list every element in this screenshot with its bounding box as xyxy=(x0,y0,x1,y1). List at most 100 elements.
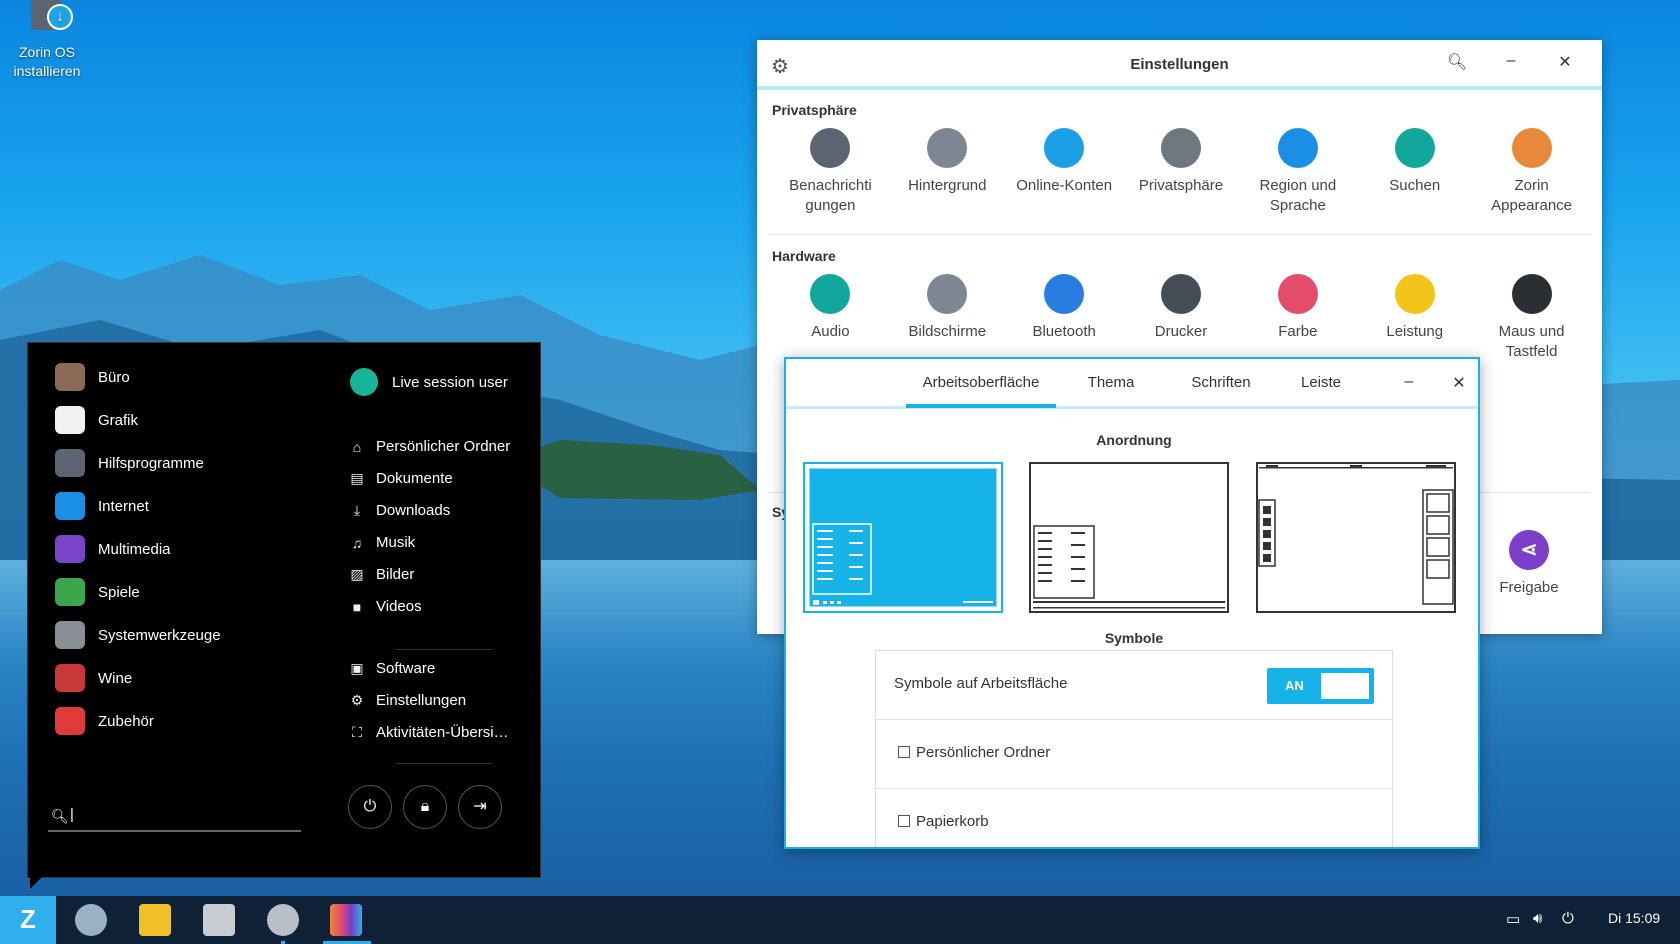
menu-pointer xyxy=(30,877,42,889)
tab-theme[interactable]: Thema xyxy=(1056,374,1166,391)
search-field[interactable]: 🔍︎ | xyxy=(48,798,301,832)
settings-item-label: Bildschirme xyxy=(908,323,987,340)
menu-category-label: Systemwerkzeuge xyxy=(98,626,221,644)
internet-icon xyxy=(55,492,85,520)
zorin-appearance-icon[interactable] xyxy=(330,904,362,936)
settings-item-label: Suchen xyxy=(1389,177,1441,194)
menu-place-label: Software xyxy=(376,660,436,677)
settings-item[interactable]: Farbe xyxy=(1239,274,1356,362)
user-name: Live session user xyxy=(392,373,508,391)
power-icon[interactable]: ⏻ xyxy=(1562,910,1574,927)
toggle-knob xyxy=(1321,673,1369,699)
desktop-icon-label-1: Zorin OS xyxy=(18,44,75,60)
menu-place[interactable]: ⌂ Persönlicher Ordner xyxy=(348,438,510,455)
menu-category[interactable]: Büro xyxy=(55,362,130,392)
menu-place[interactable]: ♫ Musik xyxy=(348,534,415,551)
place-icon: ♫ xyxy=(351,534,363,551)
logout-button[interactable]: ⇥ xyxy=(458,785,502,829)
settings-item-label: Appearance xyxy=(1491,197,1573,214)
icons-heading: Symbole xyxy=(1104,630,1164,646)
settings-item[interactable]: Benachrichti gungen xyxy=(772,128,889,216)
settings-item-label: Tastfeld xyxy=(1505,343,1558,360)
trash-row[interactable]: Papierkorb xyxy=(876,789,1392,847)
settings-item-freigabe[interactable]: ⋖ Freigabe xyxy=(1470,530,1588,598)
settings-item[interactable]: Audio xyxy=(772,274,889,362)
display-icon[interactable]: ▭ xyxy=(1506,910,1520,928)
tab-fonts[interactable]: Schriften xyxy=(1166,374,1276,391)
search-icon xyxy=(1394,128,1435,168)
settings-item[interactable]: Maus und Tastfeld xyxy=(1473,274,1590,362)
menu-place[interactable]: ⤓ Downloads xyxy=(348,502,450,519)
desktop-icon-install[interactable]: ↓ Zorin OS installieren xyxy=(6,0,88,81)
minimize-button[interactable]: – xyxy=(1397,373,1421,391)
settings-item[interactable]: Online-Konten xyxy=(1006,128,1123,216)
menu-place-label: Videos xyxy=(376,598,422,615)
layout-option-gnome[interactable] xyxy=(1256,462,1456,613)
menu-category-label: Wine xyxy=(98,669,133,687)
menu-category[interactable]: Systemwerkzeuge xyxy=(55,620,221,650)
menu-place-label: Aktivitäten-Übersi… xyxy=(376,724,509,741)
clock[interactable]: Di 15:09 xyxy=(1608,910,1660,926)
menu-place[interactable]: ■ Videos xyxy=(348,598,422,615)
settings-item[interactable]: Zorin Appearance xyxy=(1473,128,1590,216)
menu-category[interactable]: Multimedia xyxy=(55,534,171,564)
files-icon[interactable] xyxy=(203,904,235,936)
home-folder-row[interactable]: Persönlicher Ordner xyxy=(876,720,1392,789)
desktop-icons-row: Symbole auf Arbeitsfläche AN xyxy=(876,651,1392,720)
settings-item[interactable]: Bluetooth xyxy=(1006,274,1123,362)
menu-category[interactable]: Grafik xyxy=(55,405,138,435)
tab-panel[interactable]: Leiste xyxy=(1276,374,1366,391)
settings-item[interactable]: Privatsphäre xyxy=(1123,128,1240,216)
home-folder-label: Persönlicher Ordner xyxy=(916,744,1051,761)
desktop-icons-label: Symbole auf Arbeitsfläche xyxy=(894,675,1068,692)
user-entry[interactable]: Live session user xyxy=(350,368,508,396)
close-button[interactable]: ✕ xyxy=(1447,373,1471,393)
settings-item[interactable]: Suchen xyxy=(1356,128,1473,216)
layout-option-windows[interactable] xyxy=(803,462,1003,613)
settings-item[interactable]: Region und Sprache xyxy=(1239,128,1356,216)
toggle-label: AN xyxy=(1285,678,1304,693)
color-icon xyxy=(1277,274,1318,314)
trash-checkbox[interactable] xyxy=(898,815,910,827)
menu-category[interactable]: Spiele xyxy=(55,577,140,607)
home-folder-checkbox[interactable] xyxy=(898,746,910,758)
desktop-icons-toggle[interactable]: AN xyxy=(1267,668,1374,704)
minimize-button[interactable]: – xyxy=(1496,52,1526,76)
menu-place[interactable]: ▤ Dokumente xyxy=(348,470,452,487)
place-icon: ▤ xyxy=(350,470,364,486)
menu-place[interactable]: ▨ Bilder xyxy=(348,566,414,583)
search-button[interactable]: 🔍︎ xyxy=(1442,52,1472,76)
browser-icon[interactable] xyxy=(75,904,107,936)
tab-desktop[interactable]: Arbeitsoberfläche xyxy=(906,374,1056,408)
settings-item[interactable]: Hintergrund xyxy=(889,128,1006,216)
settings-item[interactable]: Drucker xyxy=(1123,274,1240,362)
menu-category[interactable]: Zubehör xyxy=(55,706,154,736)
menu-category[interactable]: Wine xyxy=(55,663,132,693)
settings-item-label: Audio xyxy=(811,323,850,340)
settings-title: Einstellungen xyxy=(1130,56,1229,73)
start-menu: Büro Grafik Hilfsprogramme Internet Multimed… xyxy=(27,342,541,889)
volume-icon[interactable]: 🔊︎ xyxy=(1533,910,1542,927)
place-icon: ⛶ xyxy=(352,724,362,740)
settings-icon[interactable] xyxy=(267,904,299,936)
search-input[interactable]: | xyxy=(70,806,74,823)
menu-category-label: Büro xyxy=(98,368,130,386)
menu-place[interactable]: ⚙ Einstellungen xyxy=(348,692,466,709)
settings-item[interactable]: Leistung xyxy=(1356,274,1473,362)
menu-category-label: Internet xyxy=(98,497,149,515)
close-button[interactable]: ✕ xyxy=(1550,52,1580,76)
menu-place[interactable]: ▣ Software xyxy=(348,660,435,677)
menu-category[interactable]: Internet xyxy=(55,491,149,521)
zorin-menu-button[interactable]: Z xyxy=(0,896,56,944)
menu-category[interactable]: Hilfsprogramme xyxy=(55,448,204,478)
lock-button[interactable]: 🔒︎ xyxy=(403,785,447,829)
mail-icon[interactable] xyxy=(139,904,171,936)
settings-item-label: Benachrichti xyxy=(789,177,872,194)
place-icon: ▣ xyxy=(350,660,364,676)
divider xyxy=(395,763,493,764)
menu-place-label: Persönlicher Ordner xyxy=(376,438,511,455)
menu-place[interactable]: ⛶ Aktivitäten-Übersi… xyxy=(348,724,509,741)
power-button[interactable]: ⏻ xyxy=(348,785,392,829)
layout-option-classic[interactable] xyxy=(1029,462,1229,613)
settings-item[interactable]: Bildschirme xyxy=(889,274,1006,362)
